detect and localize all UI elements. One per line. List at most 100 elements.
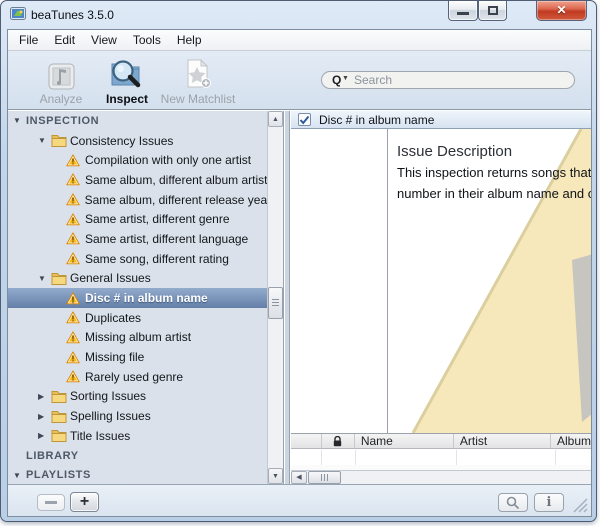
disclosure-triangle-icon[interactable]: ▼ (38, 136, 51, 145)
description-line: number in their album name and offers to (397, 185, 591, 202)
sidebar-item-label: Same song, different rating (85, 252, 229, 266)
app-window: beaTunes 3.5.0 ✕ FileEditViewToolsHelp A… (0, 0, 597, 522)
description-text-block: Issue Description This inspection return… (397, 143, 591, 202)
svg-text:!: ! (72, 335, 75, 344)
detail-horizontal-scrollbar[interactable]: ◀ (291, 470, 591, 484)
sidebar-item-library[interactable]: LIBRARY (8, 446, 267, 466)
detail-pane: Disc # in album name Issue Description T… (291, 111, 591, 484)
sidebar-item-general-issues[interactable]: ▼ General Issues (8, 269, 267, 289)
column-header-spacer[interactable] (291, 434, 322, 448)
analyze-button[interactable]: Analyze (30, 57, 92, 106)
disclosure-triangle-icon[interactable]: ▼ (13, 116, 26, 125)
sidebar-item-title-issues[interactable]: ▶ Title Issues (8, 426, 267, 446)
warning-icon: ! (66, 370, 85, 383)
warning-icon: ! (66, 292, 85, 305)
menu-view[interactable]: View (83, 30, 125, 50)
sidebar-item-disc-in-album-name[interactable]: !Disc # in album name (8, 288, 267, 308)
sidebar-item-duplicates[interactable]: ! Duplicates (8, 308, 267, 328)
sidebar-item-compilation-with-only-one-artist[interactable]: !Compilation with only one artist (8, 150, 267, 170)
issue-enabled-checkbox[interactable] (298, 113, 311, 126)
warning-icon: ! (66, 331, 85, 344)
find-button[interactable] (498, 493, 528, 512)
search-input[interactable] (321, 71, 575, 89)
close-button[interactable]: ✕ (536, 1, 587, 21)
column-header-lock[interactable] (322, 434, 355, 448)
folder-icon (51, 390, 70, 403)
sidebar-item-playlists[interactable]: ▼PLAYLISTS (8, 465, 267, 484)
column-header-artist[interactable]: Artist (454, 434, 551, 448)
disclosure-triangle-icon[interactable]: ▼ (38, 274, 51, 283)
sidebar-item-label: Missing album artist (85, 330, 191, 344)
sidebar-item-same-song-different-rating[interactable]: !Same song, different rating (8, 249, 267, 269)
svg-text:!: ! (72, 315, 75, 324)
title-bar[interactable]: beaTunes 3.5.0 ✕ (1, 1, 596, 29)
inspection-tree: ▼INSPECTION▼Consistency Issues!Compilati… (8, 111, 267, 484)
close-icon: ✕ (537, 1, 586, 20)
folder-icon (51, 134, 70, 147)
new-matchlist-button[interactable]: New Matchlist (156, 57, 240, 106)
search-box: Q ▼ (321, 71, 575, 89)
sidebar-item-sorting-issues[interactable]: ▶Sorting Issues (8, 387, 267, 407)
folder-icon (51, 410, 70, 423)
sidebar-item-consistency-issues[interactable]: ▼Consistency Issues (8, 131, 267, 151)
sidebar-scrollbar[interactable]: ▲ ▼ (267, 111, 283, 484)
svg-text:!: ! (72, 217, 75, 226)
disclosure-triangle-icon[interactable]: ▶ (38, 412, 51, 421)
menu-help[interactable]: Help (169, 30, 210, 50)
menu-edit[interactable]: Edit (46, 30, 83, 50)
sidebar-item-same-album-different-release-year[interactable]: !Same album, different release year (8, 190, 267, 210)
minimize-button[interactable] (448, 1, 478, 21)
info-button[interactable]: i (534, 493, 564, 512)
column-header-name[interactable]: Name (355, 434, 454, 448)
warning-icon: ! (66, 311, 85, 324)
sidebar-item-label: Duplicates (85, 311, 141, 325)
inspect-button[interactable]: Inspect (96, 57, 158, 106)
sidebar-item-rarely-used-genre[interactable]: ! Rarely used genre (8, 367, 267, 387)
warning-icon: ! (66, 351, 85, 364)
description-left-column (291, 129, 388, 433)
sidebar-item-label: Disc # in album name (85, 291, 208, 305)
add-button[interactable]: + (70, 492, 99, 512)
sidebar-item-label: General Issues (70, 271, 151, 285)
scroll-down-icon[interactable]: ▼ (268, 468, 283, 484)
svg-text:!: ! (72, 236, 75, 245)
sidebar-item-same-artist-different-genre[interactable]: !Same artist, different genre (8, 209, 267, 229)
panel-splitter[interactable] (285, 111, 290, 484)
sidebar-item-missing-file[interactable]: !Missing file (8, 347, 267, 367)
analyze-icon (30, 57, 92, 90)
warning-icon: ! (66, 213, 85, 226)
sidebar-item-same-album-different-album-artist[interactable]: !Same album, different album artist (8, 170, 267, 190)
sidebar-item-spelling-issues[interactable]: ▶Spelling Issues (8, 406, 267, 426)
sidebar-item-label: Compilation with only one artist (85, 153, 251, 167)
menu-bar: FileEditViewToolsHelp (8, 30, 591, 51)
disclosure-triangle-icon[interactable]: ▶ (38, 431, 51, 440)
scroll-up-icon[interactable]: ▲ (268, 111, 283, 127)
warning-icon: ! (66, 193, 85, 206)
svg-text:!: ! (72, 374, 75, 383)
hscrollbar-thumb[interactable] (308, 471, 341, 484)
sidebar-item-inspection[interactable]: ▼INSPECTION (8, 111, 267, 131)
disclosure-triangle-icon[interactable]: ▶ (38, 392, 51, 401)
search-icon[interactable]: Q (332, 73, 341, 87)
sidebar-item-label: INSPECTION (26, 115, 99, 127)
checkmark-icon (299, 115, 310, 125)
menu-file[interactable]: File (11, 30, 46, 50)
magnifier-icon (506, 496, 520, 510)
maximize-button[interactable] (478, 1, 507, 21)
description-line: This inspection returns songs that have … (397, 164, 591, 181)
menu-tools[interactable]: Tools (125, 30, 169, 50)
toolbar: Analyze Inspect (8, 51, 591, 110)
sidebar-item-missing-album-artist[interactable]: ! Missing album artist (8, 328, 267, 348)
disclosure-triangle-icon[interactable]: ▼ (13, 471, 26, 480)
column-header-album[interactable]: Album (551, 434, 591, 448)
new-matchlist-icon (156, 57, 240, 90)
sidebar-item-label: Rarely used genre (85, 370, 183, 384)
remove-button[interactable] (37, 494, 65, 511)
search-scope-caret-icon[interactable]: ▼ (342, 75, 349, 82)
scroll-left-icon[interactable]: ◀ (291, 471, 307, 484)
sidebar-item-label: Title Issues (70, 429, 130, 443)
scrollbar-thumb[interactable] (268, 287, 283, 319)
sidebar-item-same-artist-different-language[interactable]: !Same artist, different language (8, 229, 267, 249)
svg-text:!: ! (72, 354, 75, 363)
resize-grip[interactable] (572, 497, 588, 513)
